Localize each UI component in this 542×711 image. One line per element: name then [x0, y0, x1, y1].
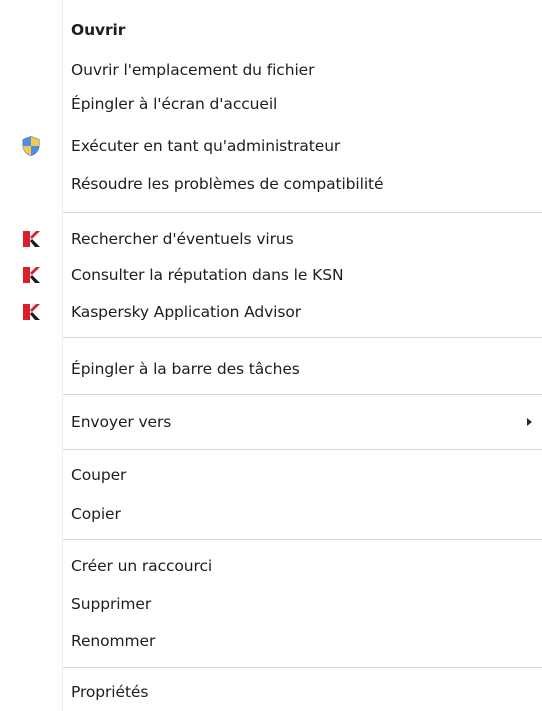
menu-item-rechercher-virus[interactable]: Rechercher d'éventuels virus [0, 222, 542, 256]
context-menu: Ouvrir Ouvrir l'emplacement du fichier É… [0, 0, 542, 711]
menu-item-label: Résoudre les problèmes de compatibilité [71, 175, 384, 193]
menu-item-ouvrir-emplacement[interactable]: Ouvrir l'emplacement du fichier [0, 53, 542, 87]
menu-item-label: Copier [71, 505, 121, 523]
menu-item-label: Rechercher d'éventuels virus [71, 230, 294, 248]
menu-item-renommer[interactable]: Renommer [0, 624, 542, 658]
menu-item-copier[interactable]: Copier [0, 497, 542, 531]
menu-item-executer-administrateur[interactable]: Exécuter en tant qu'administrateur [0, 129, 542, 163]
submenu-arrow-icon [527, 418, 532, 426]
menu-separator [63, 539, 542, 540]
menu-item-label: Ouvrir l'emplacement du fichier [71, 61, 315, 79]
menu-item-label: Couper [71, 466, 127, 484]
menu-item-label: Épingler à la barre des tâches [71, 360, 300, 378]
menu-item-label: Créer un raccourci [71, 557, 213, 575]
kaspersky-icon [20, 228, 42, 250]
menu-item-kaspersky-advisor[interactable]: Kaspersky Application Advisor [0, 295, 542, 329]
menu-separator [63, 394, 542, 395]
menu-item-resoudre-compatibilite[interactable]: Résoudre les problèmes de compatibilité [0, 167, 542, 201]
menu-item-label: Renommer [71, 632, 156, 650]
menu-item-label: Consulter la réputation dans le KSN [71, 266, 344, 284]
menu-item-creer-raccourci[interactable]: Créer un raccourci [0, 549, 542, 583]
menu-separator [63, 337, 542, 338]
menu-item-envoyer-vers[interactable]: Envoyer vers [0, 405, 542, 439]
menu-item-reputation-ksn[interactable]: Consulter la réputation dans le KSN [0, 258, 542, 292]
menu-item-epingler-barre-taches[interactable]: Épingler à la barre des tâches [0, 352, 542, 386]
menu-item-label: Kaspersky Application Advisor [71, 303, 302, 321]
menu-item-ouvrir[interactable]: Ouvrir [0, 13, 542, 47]
menu-separator [63, 449, 542, 450]
menu-item-epingler-ecran-accueil[interactable]: Épingler à l'écran d'accueil [0, 87, 542, 121]
menu-item-label: Supprimer [71, 595, 152, 613]
menu-item-label: Ouvrir [71, 21, 126, 39]
menu-item-supprimer[interactable]: Supprimer [0, 587, 542, 621]
menu-item-label: Exécuter en tant qu'administrateur [71, 137, 341, 155]
menu-separator [63, 667, 542, 668]
menu-item-proprietes[interactable]: Propriétés [0, 675, 542, 709]
menu-item-couper[interactable]: Couper [0, 458, 542, 492]
menu-item-label: Épingler à l'écran d'accueil [71, 95, 278, 113]
menu-item-label: Propriétés [71, 683, 149, 701]
menu-separator [63, 212, 542, 213]
kaspersky-icon [20, 264, 42, 286]
kaspersky-icon [20, 301, 42, 323]
uac-shield-icon [20, 135, 42, 157]
menu-item-label: Envoyer vers [71, 413, 172, 431]
